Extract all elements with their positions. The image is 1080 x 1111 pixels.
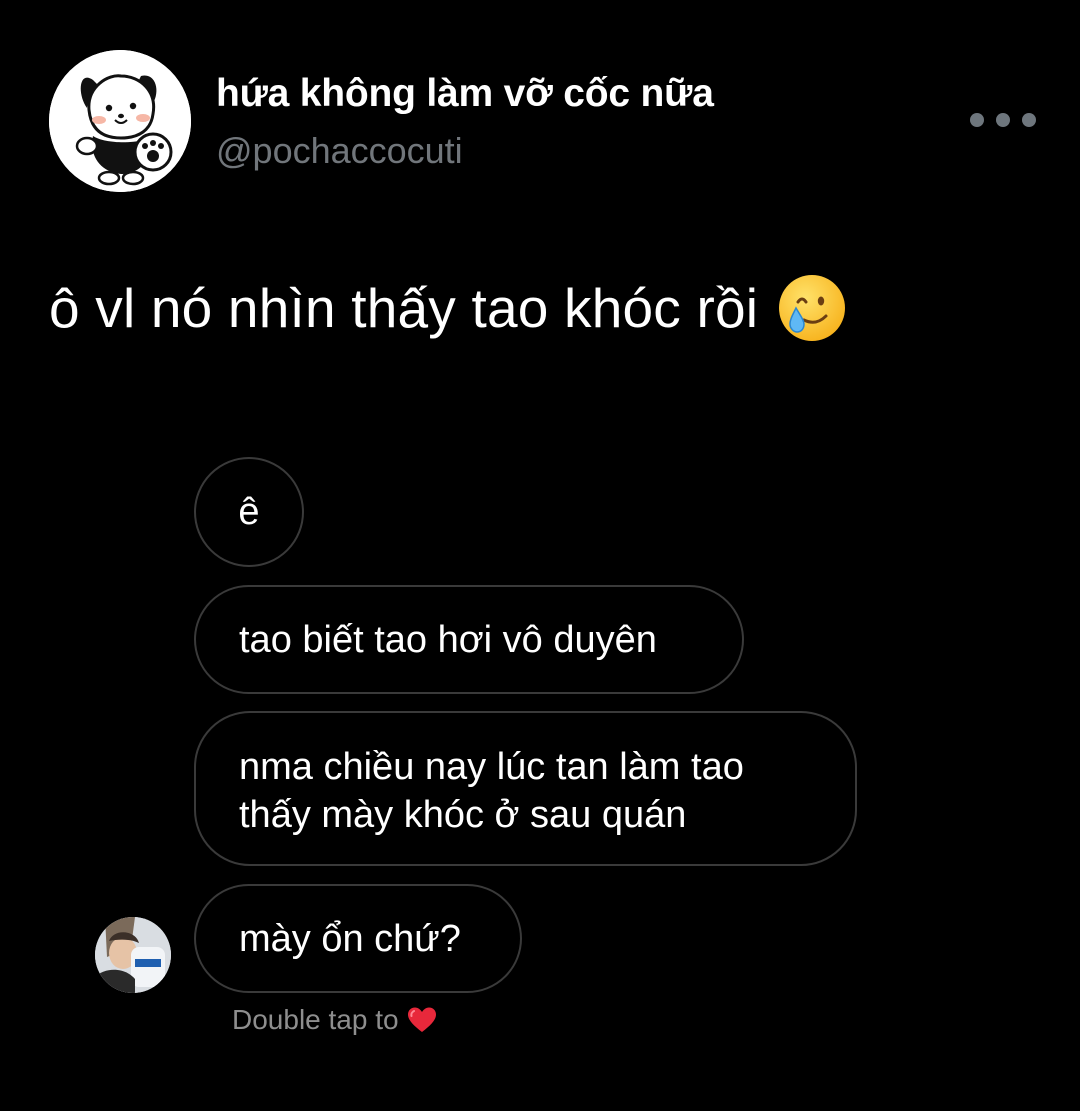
message-bubble[interactable]: ê [194,457,304,567]
sender-photo-icon [95,917,171,993]
pochacco-dog-icon [49,50,191,192]
more-dot [996,113,1010,127]
message-bubble[interactable]: mày ổn chứ? [194,884,522,993]
red-heart-icon[interactable] [407,1006,437,1034]
more-icon[interactable] [970,106,1036,134]
more-dot [970,113,984,127]
more-dot [1022,113,1036,127]
message-text-line: nma chiều nay lúc tan làm tao [239,746,744,788]
display-name[interactable]: hứa không làm vỡ cốc nữa [216,72,714,116]
tweet-body: ô vl nó nhìn thấy tao khóc rồi [49,272,848,344]
message-text: ê [238,491,260,533]
user-handle[interactable]: @pochaccocuti [216,130,463,172]
double-tap-text: Double tap to [232,1004,399,1035]
smiling-face-with-tear-icon [779,275,846,341]
sender-avatar[interactable] [95,917,171,993]
message-text: tao biết tao hơi vô duyên [239,619,657,661]
message-bubble[interactable]: tao biết tao hơi vô duyên [194,585,744,694]
message-text: mày ổn chứ? [239,918,461,960]
profile-avatar[interactable] [49,50,191,192]
double-tap-hint: Double tap to [232,1004,437,1036]
message-bubble[interactable]: nma chiều nay lúc tan làm tao thấy mày k… [194,711,857,866]
tweet-text: ô vl nó nhìn thấy tao khóc rồi [49,277,759,339]
message-text-line: thấy mày khóc ở sau quán [239,794,687,836]
